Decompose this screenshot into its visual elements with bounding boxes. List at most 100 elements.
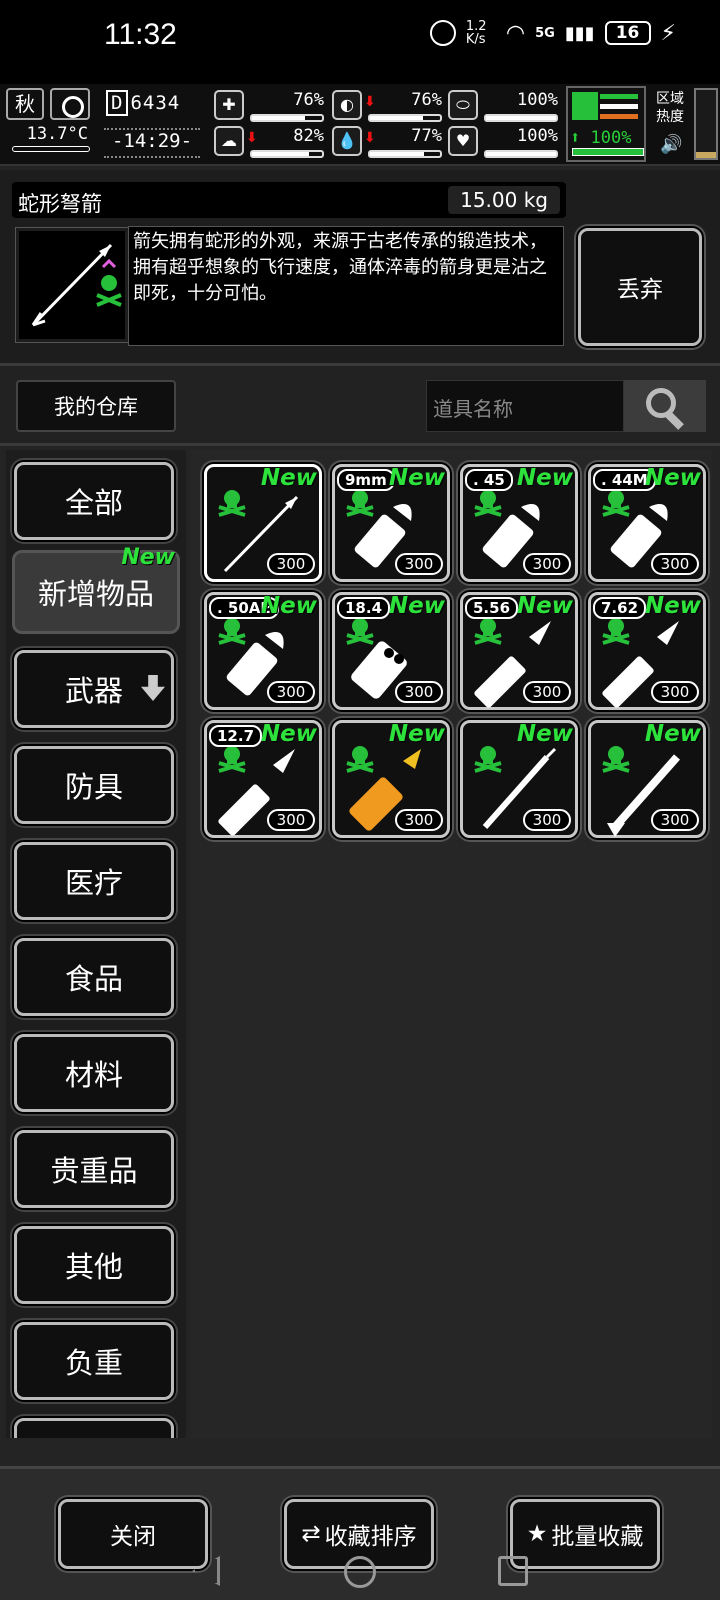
category-weapons[interactable]: 武器 xyxy=(14,650,174,728)
category-sidebar: 全部 新增物品New 武器 防具 医疗 食品 材料 贵重品 其他 负重 任务 xyxy=(6,450,186,1438)
item-weight: 15.00 kg xyxy=(448,186,560,214)
poison-skull-icon xyxy=(602,746,630,773)
category-food[interactable]: 食品 xyxy=(14,938,174,1016)
stamina-bar xyxy=(572,148,644,156)
medkit-icon: ✚ xyxy=(214,90,244,120)
new-badge: New xyxy=(644,465,701,491)
stat-thirst: 💧 ⬇ 77% xyxy=(332,126,442,162)
bottom-bar: 关闭 ⇄ 收藏排序 ★ 批量收藏 xyxy=(0,1466,720,1600)
category-armor[interactable]: 防具 xyxy=(14,746,174,824)
item-count: 300 xyxy=(395,809,443,831)
heart-icon: ♥ xyxy=(448,126,478,156)
drop-button[interactable]: 丢弃 xyxy=(578,228,702,346)
item-count: 300 xyxy=(523,681,571,703)
inventory-slot[interactable]: 5.56 New 300 xyxy=(460,592,578,710)
status-bar: 11:32 1.2 K/s ◠ 5G ▮▮▮ 16 ⚡ xyxy=(0,0,720,84)
item-count: 300 xyxy=(395,681,443,703)
item-name: 蛇形弩箭 xyxy=(18,192,102,216)
item-description: 箭矢拥有蛇形的外观，来源于古老传承的锻造技术，拥有超乎想象的飞行速度，通体淬毒的… xyxy=(128,226,564,346)
new-badge: New xyxy=(644,721,701,747)
category-load[interactable]: 负重 xyxy=(14,1322,174,1400)
star-icon: ★ xyxy=(526,1521,548,1547)
stomach-icon: ◐ xyxy=(332,90,362,120)
caliber-label: 5.56 xyxy=(465,597,519,619)
item-count: 300 xyxy=(395,553,443,575)
inventory-slot[interactable]: 18.4 New 300 xyxy=(332,592,450,710)
close-button[interactable]: 关闭 xyxy=(58,1499,208,1569)
poison-skull-icon xyxy=(218,746,246,773)
inventory-slot[interactable]: 12.7 New 300 xyxy=(204,720,322,838)
sort-favorites-button[interactable]: ⇄ 收藏排序 xyxy=(284,1499,434,1569)
caliber-label: 9mm xyxy=(337,469,395,491)
inventory-slot[interactable]: . 44M New 300 xyxy=(588,464,706,582)
category-all[interactable]: 全部 xyxy=(14,462,174,540)
inventory-slot[interactable]: 7.62 New 300 xyxy=(588,592,706,710)
battery-icon: 16 xyxy=(604,21,651,45)
inventory-slot[interactable]: New 300 xyxy=(588,720,706,838)
caliber-label: 18.4 xyxy=(337,597,391,619)
down-arrow-icon xyxy=(141,675,165,701)
poison-skull-icon xyxy=(474,746,502,773)
down-arrow-icon: ⬇ xyxy=(364,130,376,146)
temperature-bar xyxy=(12,146,90,152)
poison-skull-icon xyxy=(474,618,502,645)
inventory-slot[interactable]: New 300 xyxy=(460,720,578,838)
item-image xyxy=(15,227,129,343)
down-arrow-icon: ⬇ xyxy=(364,94,376,110)
poison-skull-icon xyxy=(602,490,630,517)
poison-skull-icon xyxy=(346,490,374,517)
stat-health: ✚ 76% xyxy=(214,90,324,126)
item-count: 300 xyxy=(523,553,571,575)
water-drop-icon: 💧 xyxy=(332,126,362,156)
status-icons: 1.2 K/s ◠ 5G ▮▮▮ 16 ⚡ xyxy=(429,19,676,47)
stamina-value: ⬆ 100% xyxy=(570,128,632,148)
inventory-slot[interactable]: . 50AE New 300 xyxy=(204,592,322,710)
sort-icon: ⇄ xyxy=(301,1521,321,1547)
item-grid: New 300 9mm New 300. 45 New 300. 44M New 300. 50… xyxy=(190,450,712,1438)
new-badge: New xyxy=(644,593,701,619)
item-count: 300 xyxy=(651,809,699,831)
item-count: 300 xyxy=(267,809,315,831)
network-label: 5G xyxy=(535,25,555,41)
category-new-items[interactable]: 新增物品 New xyxy=(12,545,180,634)
new-badge: New xyxy=(260,593,317,619)
inventory-slot[interactable]: New 300 xyxy=(204,464,322,582)
caliber-label: . 45 xyxy=(465,469,513,491)
new-badge: New xyxy=(388,721,445,747)
search-input[interactable]: 道具名称 xyxy=(426,380,624,432)
inventory-slot[interactable]: 9mm New 300 xyxy=(332,464,450,582)
category-medical[interactable]: 医疗 xyxy=(14,842,174,920)
net-speed: 1.2 K/s xyxy=(465,19,487,47)
new-badge: New xyxy=(260,465,317,491)
warehouse-tab[interactable]: 我的仓库 xyxy=(16,380,176,432)
item-count: 300 xyxy=(267,553,315,575)
poison-skull-icon xyxy=(218,490,246,517)
stamina-panel: ⬆ 100% xyxy=(566,86,646,162)
category-materials[interactable]: 材料 xyxy=(14,1034,174,1112)
batch-favorite-button[interactable]: ★ 批量收藏 xyxy=(510,1499,660,1569)
stat-heart: ♥ 100% xyxy=(448,126,558,162)
category-other[interactable]: 其他 xyxy=(14,1226,174,1304)
caliber-label: 12.7 xyxy=(209,725,263,747)
wifi-icon: ◠ xyxy=(505,20,526,46)
sun-icon xyxy=(50,88,90,120)
day-counter: D 6434 xyxy=(106,90,190,120)
new-badge: New xyxy=(388,593,445,619)
category-valuables[interactable]: 贵重品 xyxy=(14,1130,174,1208)
inventory-slot[interactable]: . 45 New 300 xyxy=(460,464,578,582)
poison-skull-icon xyxy=(602,618,630,645)
day-value: 6434 xyxy=(130,92,181,114)
alarm-icon xyxy=(429,20,456,46)
pill-icon: ⬭ xyxy=(448,90,478,120)
poison-skull-icon xyxy=(346,618,374,645)
new-badge: New xyxy=(260,721,317,747)
inventory-slot[interactable]: New 300 xyxy=(332,720,450,838)
search-icon[interactable] xyxy=(624,380,706,432)
boot-icon xyxy=(572,92,598,120)
survival-hud: 秋 13.7°C D 6434 -14:29- ✚ 76% ◐ ⬇ 76% ⬭ 1… xyxy=(0,84,720,166)
charging-icon: ⚡ xyxy=(660,20,676,46)
item-title-row: 蛇形弩箭 15.00 kg xyxy=(12,182,566,218)
category-quests[interactable]: 任务 xyxy=(14,1418,174,1438)
season-indicator: 秋 xyxy=(6,88,44,120)
speaker-icon[interactable]: 🔊 xyxy=(660,134,682,155)
